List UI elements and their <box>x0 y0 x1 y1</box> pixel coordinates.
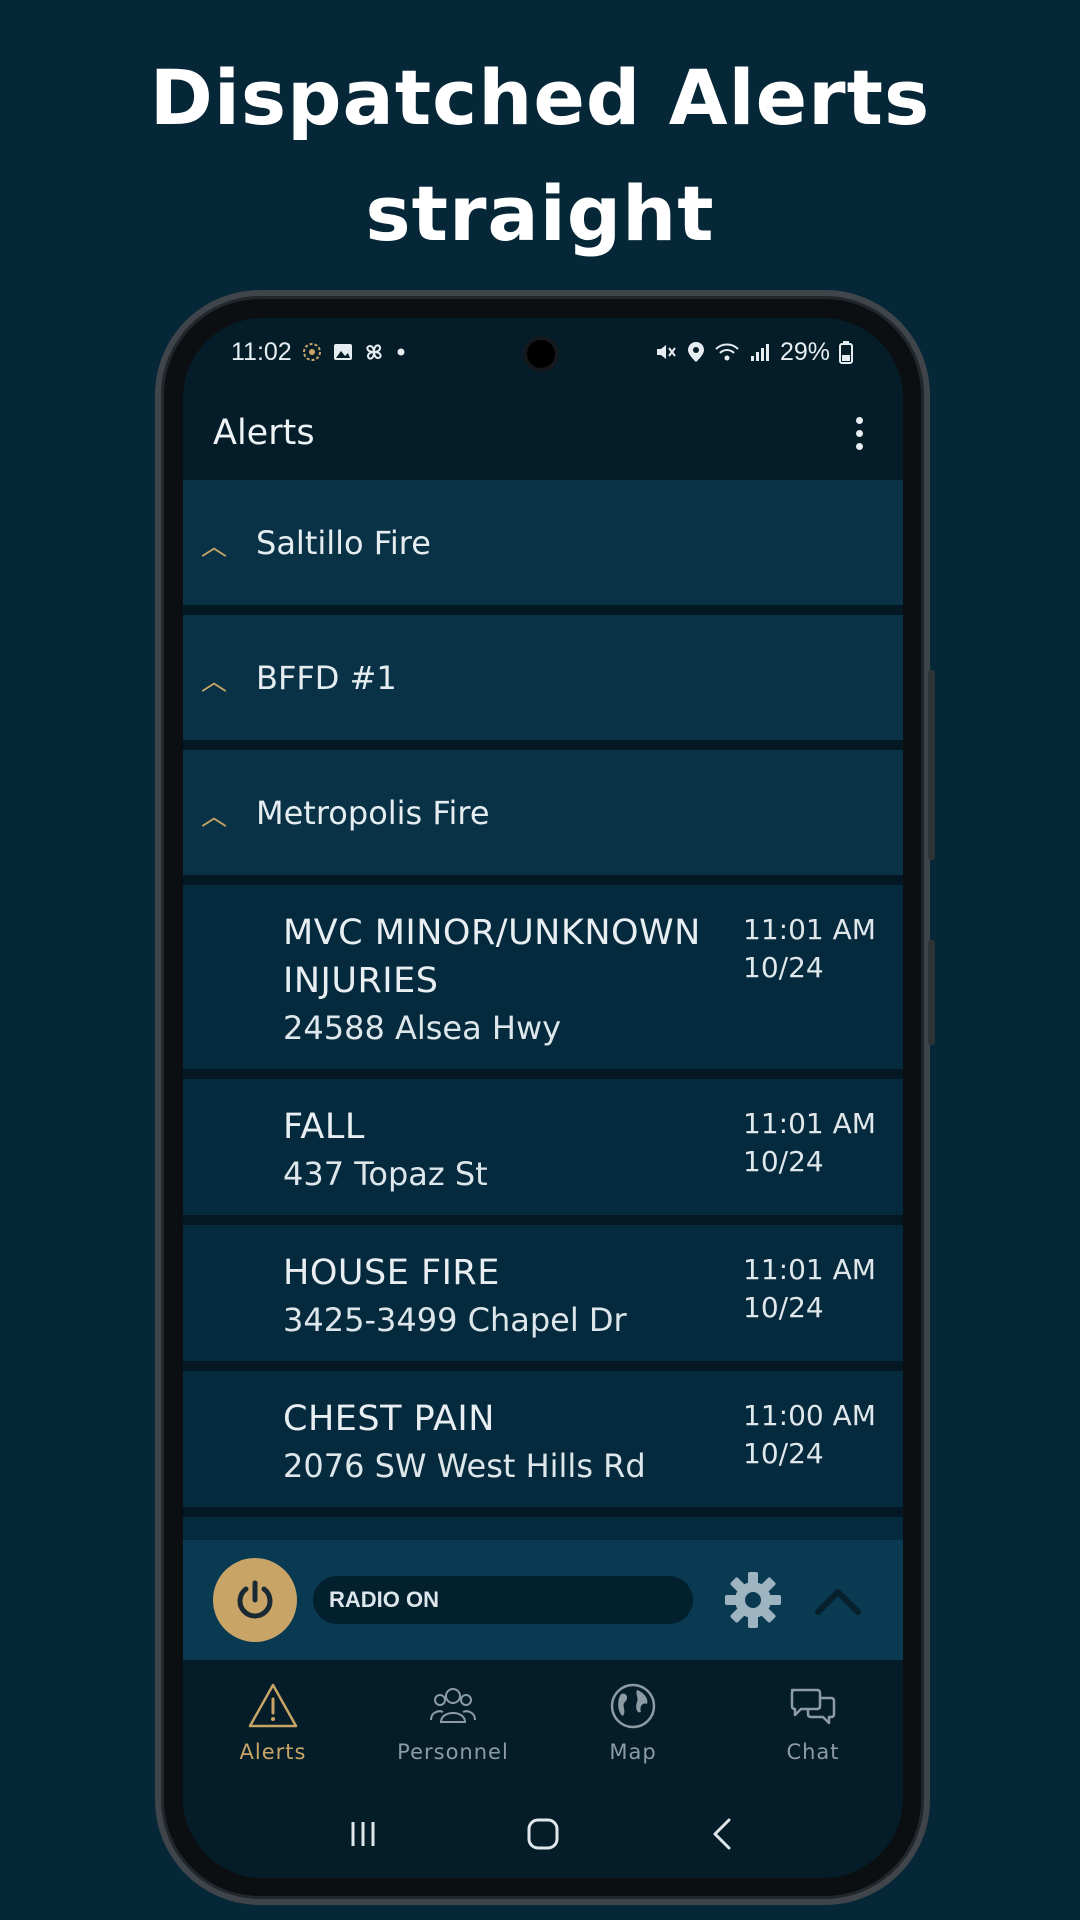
nav-label: Chat <box>786 1740 840 1764</box>
power-icon <box>237 1580 273 1619</box>
nav-item-map[interactable]: Map <box>558 1680 708 1764</box>
warning-icon <box>248 1683 298 1728</box>
more-options-icon[interactable] <box>850 411 869 456</box>
battery-percent: 29% <box>779 337 830 366</box>
alert-date: 10/24 <box>743 1291 824 1324</box>
alert-time: 11:00 AM <box>743 1399 876 1432</box>
alert-timestamp: 11:01 AM 10/24 <box>743 1105 883 1181</box>
chevron-up-icon: ︿ <box>201 802 228 832</box>
nav-label: Personnel <box>397 1740 509 1764</box>
alert-time: 11:01 AM <box>743 913 876 946</box>
alert-row[interactable]: MVC MINOR/UNKNOWN INJURIES 24588 Alsea H… <box>183 885 903 1069</box>
radio-power-button[interactable] <box>213 1558 297 1642</box>
volume-button <box>928 670 935 860</box>
alert-title: CHEST PAIN <box>283 1399 495 1439</box>
bottom-navigation: Alerts Personnel Map Chat <box>183 1660 903 1790</box>
system-navigation-bar <box>183 1790 903 1878</box>
group-label: BFFD #1 <box>256 658 397 697</box>
nav-label: Map <box>609 1740 657 1764</box>
phone-screen: 11:02 29% Alerts ︿ Saltillo Fire ︿ BFFD … <box>183 318 903 1878</box>
notification-dot-icon <box>397 348 405 356</box>
chevron-up-icon: ︿ <box>201 532 228 562</box>
alert-row-partial[interactable] <box>183 1517 903 1540</box>
recent-apps-icon[interactable] <box>343 1814 383 1854</box>
front-camera <box>523 336 559 372</box>
alert-time: 11:01 AM <box>743 1107 876 1140</box>
alert-time: 11:01 AM <box>743 1253 876 1286</box>
page-title: Alerts <box>213 413 315 453</box>
group-header-bffd-1[interactable]: ︿ BFFD #1 <box>183 615 903 740</box>
chat-icon <box>790 1688 836 1725</box>
nav-label: Alerts <box>239 1740 307 1764</box>
alerts-list[interactable]: ︿ Saltillo Fire ︿ BFFD #1 ︿ Metropolis F… <box>183 480 903 1540</box>
alert-date: 10/24 <box>743 1145 824 1178</box>
group-label: Metropolis Fire <box>256 793 490 832</box>
group-header-metropolis-fire[interactable]: ︿ Metropolis Fire <box>183 750 903 875</box>
alert-title: MVC MINOR/UNKNOWN INJURIES <box>283 913 701 1001</box>
mute-icon <box>656 345 676 359</box>
alert-timestamp: 11:00 AM 10/24 <box>743 1397 883 1473</box>
home-icon[interactable] <box>523 1814 563 1854</box>
notification-settings-icon <box>302 343 321 361</box>
nav-item-personnel[interactable]: Personnel <box>378 1680 528 1764</box>
status-time: 11:02 <box>231 337 292 366</box>
gear-icon[interactable] <box>723 1570 783 1630</box>
power-side-button <box>928 940 935 1045</box>
alert-timestamp: 11:01 AM 10/24 <box>743 911 883 987</box>
alert-timestamp: 11:01 AM 10/24 <box>743 1251 883 1327</box>
radio-bar: RADIO ON <box>183 1540 903 1660</box>
alert-row[interactable]: HOUSE FIRE 3425-3499 Chapel Dr 11:01 AM … <box>183 1225 903 1361</box>
location-icon <box>687 342 704 362</box>
app-bar: Alerts <box>183 386 903 480</box>
wifi-icon <box>715 343 739 361</box>
chevron-up-icon: ︿ <box>201 667 228 697</box>
pinwheel-icon <box>366 344 382 360</box>
alert-title: HOUSE FIRE <box>283 1253 500 1293</box>
gallery-icon <box>333 344 352 360</box>
alert-address: 24588 Alsea Hwy <box>283 1009 562 1047</box>
nav-item-alerts[interactable]: Alerts <box>198 1680 348 1764</box>
alert-date: 10/24 <box>743 1437 824 1470</box>
alert-row[interactable]: CHEST PAIN 2076 SW West Hills Rd 11:00 A… <box>183 1371 903 1507</box>
chevron-up-icon[interactable] <box>813 1580 863 1620</box>
globe-icon <box>610 1683 656 1729</box>
headline-line-1: Dispatched Alerts straight <box>149 53 931 258</box>
signal-icon <box>750 344 769 361</box>
people-icon <box>430 1688 476 1723</box>
back-icon[interactable] <box>703 1814 743 1854</box>
alert-date: 10/24 <box>743 951 824 984</box>
alert-row[interactable]: FALL 437 Topaz St 11:01 AM 10/24 <box>183 1079 903 1215</box>
alert-title: FALL <box>283 1107 365 1147</box>
group-label: Saltillo Fire <box>256 523 431 562</box>
group-header-saltillo-fire[interactable]: ︿ Saltillo Fire <box>183 480 903 605</box>
battery-icon <box>839 341 853 364</box>
radio-status: RADIO ON <box>313 1576 693 1624</box>
nav-item-chat[interactable]: Chat <box>738 1680 888 1764</box>
